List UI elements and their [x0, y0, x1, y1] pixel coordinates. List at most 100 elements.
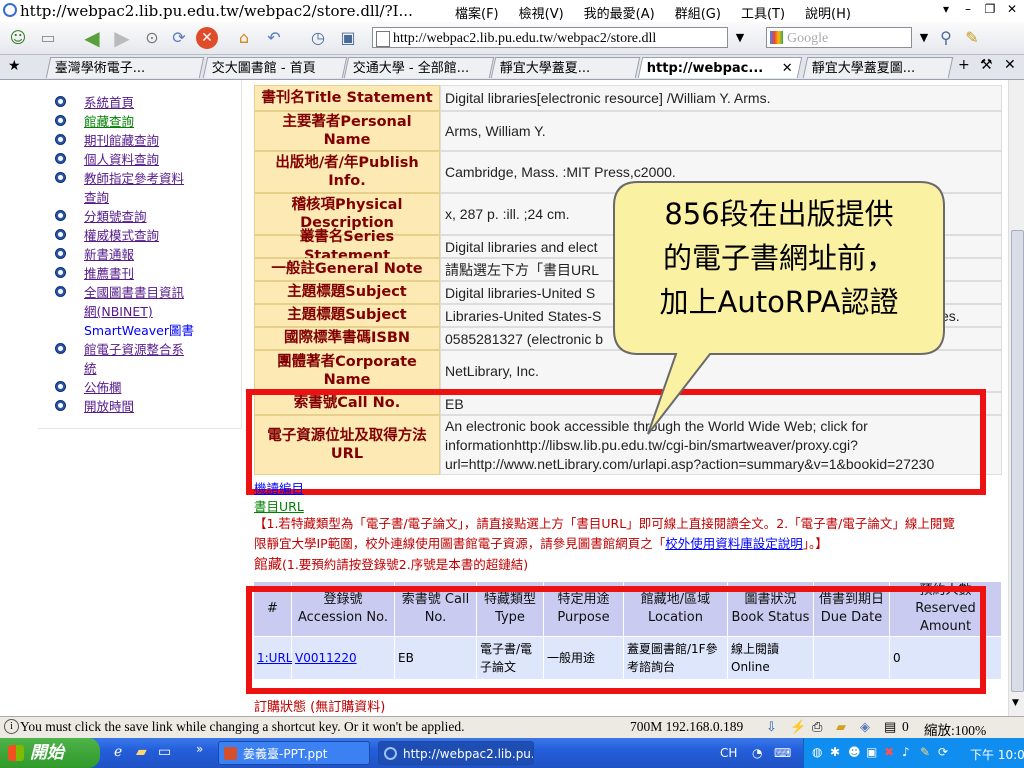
sidebar-item-nbinet[interactable]: 全國圖書書目資訊 — [84, 282, 184, 301]
desktop-quicklaunch-icon[interactable]: ▭ — [158, 744, 171, 760]
sidebar-item-bulletin[interactable]: 公佈欄 — [84, 377, 122, 396]
new-page-icon[interactable]: ▭ — [36, 26, 60, 50]
field-value-corporate: NetLibrary, Inc. — [440, 350, 1002, 392]
sidebar-item-new-books[interactable]: 新書通報 — [84, 244, 134, 263]
tab-nctu-all[interactable]: 交通大學 - 全部館... — [343, 57, 495, 78]
clock-icon[interactable]: ◷ — [306, 26, 330, 50]
minimize-icon[interactable]: – — [960, 1, 976, 17]
tray-bluetooth-icon[interactable]: ✱ — [830, 745, 840, 759]
zoom-level[interactable]: 縮放:100% — [924, 719, 986, 739]
stop-icon[interactable]: ✕ — [196, 27, 218, 49]
search-input[interactable]: Google — [766, 27, 912, 48]
dropdown-arrow-icon[interactable]: ▾ — [938, 1, 954, 17]
sidebar-item-journal-search[interactable]: 期刊館藏查詢 — [84, 130, 159, 149]
holdings-title: 館藏 — [254, 557, 282, 573]
tray-chat-icon[interactable]: ☻ — [848, 745, 861, 759]
remote-access-link[interactable]: 校外使用資料庫設定說明 — [665, 536, 803, 551]
undo-icon[interactable]: ↶ — [262, 26, 286, 50]
sidebar-item-eresources[interactable]: 館電子資源整合系 — [84, 339, 184, 358]
forward-icon[interactable]: ▶ — [110, 26, 134, 50]
tray-display-icon[interactable]: ▣ — [866, 745, 877, 759]
folder-icon[interactable]: ▰ — [836, 719, 846, 735]
taskbar-item-browser[interactable]: http://webpac2.lib.pu.e... — [378, 741, 534, 765]
holdings-heading: 館藏(1.要預約請按登錄號2.序號是本書的超鏈結) — [254, 554, 528, 574]
address-dropdown-icon[interactable]: ▼ — [728, 26, 752, 50]
menu-view[interactable]: 檢視(V) — [519, 3, 564, 22]
tab-pu-library[interactable]: 靜宜大學蓋夏... — [490, 57, 641, 78]
lightning-icon[interactable]: ⚡ — [790, 719, 806, 735]
refresh-icon[interactable]: ⟳ — [167, 26, 191, 50]
bullet-icon — [55, 400, 66, 411]
field-label-title: 書刊名Title Statement — [254, 85, 440, 111]
tab-tools-icon[interactable]: ⚒ — [980, 57, 993, 73]
tray-security-icon[interactable]: ✖ — [884, 745, 894, 759]
tab-close-icon[interactable]: ✕ — [782, 58, 793, 78]
page-icon — [376, 31, 390, 47]
window-icon[interactable]: ▣ — [336, 26, 360, 50]
tab-webpac-active[interactable]: http://webpac... ✕ — [637, 57, 803, 78]
scroll-down-icon[interactable]: ▼ — [1012, 698, 1019, 708]
tab-bar: ★ 臺灣學術電子... 交大圖書館 - 首頁 交通大學 - 全部館... 靜宜大… — [0, 55, 1024, 80]
field-label-subject-1: 主題標題Subject — [254, 281, 440, 304]
download-icon[interactable]: ⇩ — [766, 719, 777, 735]
menu-tools[interactable]: 工具(T) — [741, 3, 785, 22]
sidebar-item-personal[interactable]: 個人資料查詢 — [84, 149, 159, 168]
restore-icon[interactable]: ❐ — [982, 1, 998, 17]
tab-nctu-library[interactable]: 交大圖書館 - 首頁 — [202, 57, 348, 78]
users-icon[interactable]: ☺ — [6, 26, 30, 50]
sidebar-item-home[interactable]: 系統首頁 — [84, 92, 134, 111]
home-icon[interactable]: ⌂ — [232, 26, 256, 50]
menu-favorites[interactable]: 我的最愛(A) — [584, 3, 655, 22]
taskbar-item-ppt[interactable]: 姜義臺-PPT.ppt — [218, 741, 370, 765]
sidebar-item-smartweaver[interactable]: SmartWeaver圖書 — [84, 320, 194, 339]
quicklaunch-more-icon[interactable]: » — [196, 742, 203, 756]
sidebar-item-eresources-cont[interactable]: 統 — [84, 358, 97, 377]
tab-close-all-icon[interactable]: ✕ — [1004, 57, 1016, 73]
favorites-star-icon[interactable]: ★ — [8, 58, 21, 74]
explorer-quicklaunch-icon[interactable]: ▰ — [136, 744, 147, 760]
tray-network-icon[interactable]: ◍ — [812, 745, 822, 759]
highlighter-icon[interactable]: ✎ — [960, 26, 984, 50]
search-dropdown-icon[interactable]: ▼ — [912, 26, 936, 50]
tag-icon[interactable]: ◈ — [860, 719, 870, 735]
print-icon[interactable]: ⎙ — [812, 719, 822, 735]
address-bar[interactable]: http://webpac2.lib.pu.edu.tw/webpac2/sto… — [372, 27, 728, 48]
search-icon[interactable]: ⚲ — [934, 26, 958, 50]
start-button[interactable]: 開始 — [0, 738, 100, 768]
tray-tool-icon[interactable]: ✎ — [920, 745, 930, 759]
vertical-scrollbar[interactable]: ▼ — [1008, 80, 1024, 716]
status-memory: 700M 192.168.0.189 — [630, 719, 744, 734]
ie-quicklaunch-icon[interactable]: ℯ — [114, 744, 122, 760]
language-indicator[interactable]: CH — [720, 746, 737, 760]
sidebar-item-holdings-search[interactable]: 館藏查詢 — [84, 111, 134, 130]
tray-update-icon[interactable]: ⟳ — [938, 745, 948, 759]
sidebar-item-course-reserves-cont[interactable]: 查詢 — [84, 187, 109, 206]
status-message: You must click the save link while chang… — [20, 719, 465, 734]
clock[interactable]: 下午 10:05 — [970, 746, 1024, 763]
menu-help[interactable]: 說明(H) — [805, 3, 851, 22]
keyboard-icon[interactable]: ⌨ — [774, 746, 791, 760]
page-count-icon[interactable]: ▤ — [884, 719, 896, 735]
close-icon[interactable]: ✕ — [1004, 1, 1020, 17]
tab-pu-library-2[interactable]: 靜宜大學蓋夏圖... — [802, 57, 954, 78]
status-counter: 0 — [902, 719, 909, 734]
field-label-corporate: 團體著者Corporate Name — [254, 350, 440, 392]
tray-volume-icon[interactable]: ♪ — [902, 745, 910, 759]
scrollbar-thumb[interactable] — [1011, 230, 1024, 692]
sidebar-item-nbinet-cont[interactable]: 網(NBINET) — [84, 301, 153, 320]
menu-group[interactable]: 群組(G) — [675, 3, 721, 22]
tab-taiwan-academic[interactable]: 臺灣學術電子... — [45, 57, 205, 78]
sidebar-item-recommend[interactable]: 推薦書刊 — [84, 263, 134, 282]
marc-link[interactable]: 機讀編目 — [254, 478, 304, 497]
back-icon[interactable]: ◀ — [80, 26, 104, 50]
callout-line-2: 的電子書網址前， — [662, 241, 895, 275]
menu-file[interactable]: 檔案(F) — [455, 3, 499, 22]
record-url-link[interactable]: 書目URL — [254, 496, 304, 515]
ime-icon[interactable]: ◔ — [752, 746, 762, 760]
sidebar-item-hours[interactable]: 開放時間 — [84, 396, 134, 415]
sidebar-item-course-reserves[interactable]: 教師指定參考資料 — [84, 168, 184, 187]
sidebar-item-classification[interactable]: 分類號查詢 — [84, 206, 147, 225]
history-icon[interactable]: ⊙ — [140, 26, 164, 50]
sidebar-item-authority[interactable]: 權威模式查詢 — [84, 225, 159, 244]
new-tab-icon[interactable]: + — [958, 57, 970, 73]
